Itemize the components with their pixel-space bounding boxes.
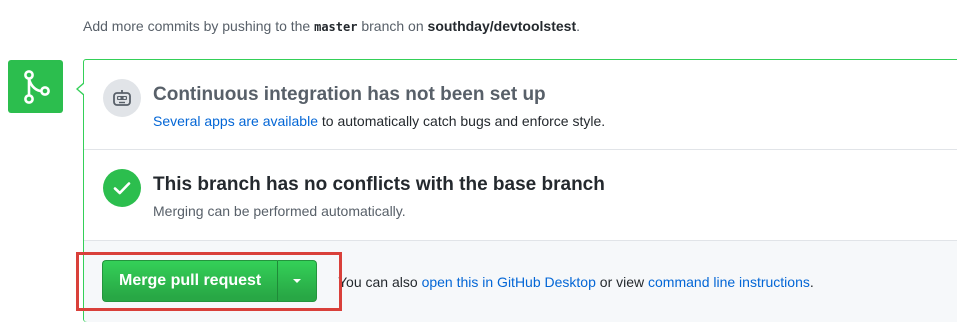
ci-status-section: Continuous integration has not been set … [84,60,957,150]
merge-pull-request-button[interactable]: Merge pull request [102,260,278,302]
merge-button-group: Merge pull request [102,260,318,302]
command-line-instructions-link[interactable]: command line instructions [648,274,810,290]
ci-status-title: Continuous integration has not been set … [153,84,546,105]
check-icon [103,169,141,207]
push-hint-suffix: . [576,18,581,34]
merge-alternatives-text: You can also open this in GitHub Desktop… [338,274,814,290]
open-in-github-desktop-link[interactable]: open this in GitHub Desktop [422,274,596,290]
ci-status-description: Several apps are available to automatica… [153,113,605,129]
apps-available-link[interactable]: Several apps are available [153,113,318,129]
ci-status-description-rest: to automatically catch bugs and enforce … [318,113,606,129]
conflicts-status-description: Merging can be performed automatically. [153,203,406,219]
merge-actions-section: Merge pull request You can also open thi… [84,241,957,322]
push-hint-middle: branch on [357,18,428,34]
push-hint: Add more commits by pushing to the maste… [83,18,580,34]
triangle-down-icon [293,279,302,283]
merge-panel: Continuous integration has not been set … [76,59,957,322]
check-icon-glyph [113,182,131,195]
robot-icon-glyph [113,90,131,106]
branch-name: master [314,20,358,34]
repo-name: southday/devtoolstest [427,18,577,34]
conflicts-status-title: This branch has no conflicts with the ba… [153,174,605,195]
conflicts-status-section: This branch has no conflicts with the ba… [84,150,957,241]
git-merge-icon-glyph [23,69,50,104]
merge-alternatives-prefix: You can also [338,274,422,290]
merge-method-dropdown-button[interactable] [277,260,318,302]
merge-alternatives-suffix: . [809,274,814,290]
git-merge-icon [8,60,63,113]
robot-icon [103,79,141,117]
merge-alternatives-middle: or view [595,274,649,290]
push-hint-prefix: Add more commits by pushing to the [83,18,315,34]
